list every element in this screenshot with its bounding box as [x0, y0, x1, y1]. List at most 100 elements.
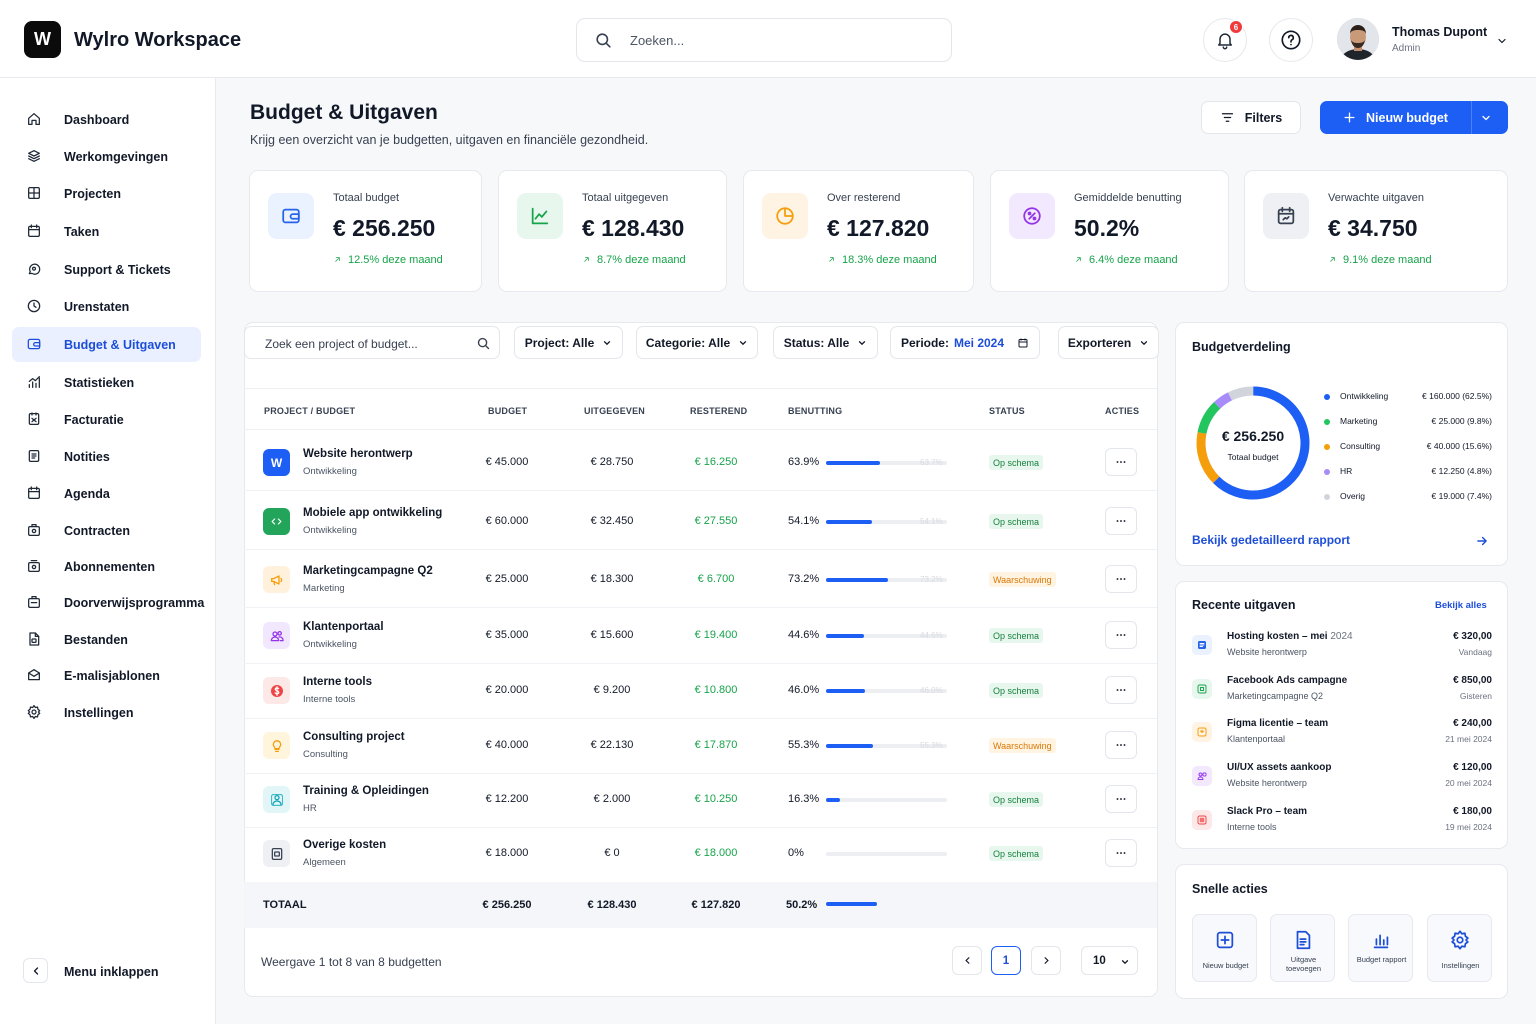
- row-actions-button[interactable]: [1105, 676, 1137, 704]
- quick-action-label: Uitgave toevoegen: [1285, 955, 1322, 973]
- quick-action-instellingen[interactable]: Instellingen: [1427, 914, 1492, 982]
- project-name[interactable]: Mobiele app ontwikkeling: [303, 507, 442, 519]
- cell-usage: 0%: [788, 847, 804, 859]
- sidebar-item-notities[interactable]: Notities: [12, 439, 201, 474]
- row-actions-button[interactable]: [1105, 448, 1137, 476]
- row-actions-button[interactable]: [1105, 731, 1137, 759]
- column-header-usage[interactable]: BENUTTING: [788, 406, 842, 416]
- sidebar-item-agenda[interactable]: Agenda: [12, 476, 201, 511]
- view-all-link[interactable]: Bekijk alles: [1435, 600, 1487, 611]
- quick-action-budget-rapport[interactable]: Budget rapport: [1348, 914, 1413, 982]
- cell-usage: 55.3%: [788, 739, 820, 751]
- filters-button[interactable]: Filters: [1201, 101, 1301, 134]
- sidebar-item-projecten[interactable]: Projecten: [12, 176, 201, 211]
- donut-slice-hr[interactable]: [1214, 392, 1233, 409]
- sidebar-item-taken[interactable]: Taken: [12, 214, 201, 249]
- quick-action-label: Nieuw budget: [1202, 961, 1249, 970]
- ads-icon: [1192, 679, 1212, 699]
- user-avatar[interactable]: [1337, 18, 1379, 60]
- row-actions-button[interactable]: [1105, 507, 1137, 535]
- period-picker[interactable]: Periode: Mei 2024: [890, 326, 1040, 359]
- sidebar-item-dashboard[interactable]: Dashboard: [12, 102, 201, 137]
- quick-action-nieuw-budget[interactable]: Nieuw budget: [1192, 914, 1257, 982]
- sidebar-item-support-tickets[interactable]: Support & Tickets: [12, 252, 201, 287]
- stat-change: 8.7% deze maand: [582, 254, 686, 266]
- chevron-down-icon[interactable]: [1480, 112, 1492, 124]
- page-size-select[interactable]: 10: [1081, 946, 1138, 975]
- contract-icon: [26, 522, 42, 538]
- project-name[interactable]: Website herontwerp: [303, 448, 413, 460]
- expense-title: UI/UX assets aankoop: [1227, 762, 1332, 773]
- arrow-right-icon[interactable]: [1475, 534, 1489, 548]
- column-header-project[interactable]: PROJECT / BUDGET: [264, 406, 355, 416]
- project-name[interactable]: Overige kosten: [303, 839, 386, 851]
- sidebar-item-e-malisjablonen[interactable]: E-malisjablonen: [12, 658, 201, 693]
- status-badge: Op schema: [989, 792, 1044, 807]
- row-actions-button[interactable]: [1105, 785, 1137, 813]
- sidebar-item-budget-uitgaven[interactable]: Budget & Uitgaven: [12, 327, 201, 362]
- cell-budget: € 60.000: [485, 515, 529, 527]
- expense-title: Facebook Ads campagne: [1227, 675, 1348, 686]
- category-filter-dropdown[interactable]: Categorie: Alle: [636, 326, 758, 359]
- sidebar-item-bestanden[interactable]: Bestanden: [12, 622, 201, 657]
- quick-action-uitgave-toevoegen[interactable]: Uitgave toevoegen: [1270, 914, 1335, 982]
- sidebar-item-label: Facturatie: [64, 413, 124, 427]
- total-spent: € 128.430: [587, 899, 637, 911]
- expense-name[interactable]: Figma licentie – team: [1227, 718, 1328, 729]
- sidebar-item-instellingen[interactable]: Instellingen: [12, 695, 201, 730]
- donut-slice-overig[interactable]: [1227, 386, 1254, 401]
- legend-dot: [1324, 469, 1330, 475]
- project-filter-dropdown[interactable]: Project: Alle: [514, 326, 623, 359]
- project-name[interactable]: Training & Opleidingen: [303, 785, 429, 797]
- legend-name: Ontwikkeling: [1340, 391, 1389, 401]
- project-name[interactable]: Marketingcampagne Q2: [303, 565, 433, 577]
- project-search-input[interactable]: Zoek een project of budget...: [244, 326, 500, 359]
- project-name[interactable]: Klantenportaal: [303, 621, 384, 633]
- help-button[interactable]: [1269, 18, 1313, 62]
- cell-usage: 46.0%: [788, 684, 820, 696]
- more-icon: [1114, 572, 1128, 586]
- project-name[interactable]: Consulting project: [303, 731, 405, 743]
- column-header-status[interactable]: STATUS: [989, 406, 1025, 416]
- row-actions-button[interactable]: [1105, 565, 1137, 593]
- expense-name[interactable]: UI/UX assets aankoop: [1227, 762, 1331, 773]
- sidebar-item-doorverwijsprogramma[interactable]: Doorverwijsprogramma: [12, 585, 204, 620]
- page-button-current[interactable]: 1: [991, 946, 1021, 975]
- sidebar-item-facturatie[interactable]: Facturatie: [12, 402, 201, 437]
- column-header-remaining[interactable]: RESTEREND: [690, 406, 747, 416]
- collapse-menu-button[interactable]: [23, 958, 48, 983]
- expense-name[interactable]: Facebook Ads campagne: [1227, 675, 1347, 686]
- sidebar-item-abonnementen[interactable]: Abonnementen: [12, 549, 201, 584]
- new-budget-button[interactable]: Nieuw budget: [1320, 101, 1471, 134]
- sidebar-item-contracten[interactable]: Contracten: [12, 513, 201, 548]
- prev-page-button[interactable]: [952, 946, 982, 975]
- chevron-down-icon[interactable]: [1496, 35, 1508, 47]
- expense-name[interactable]: Slack Pro – team: [1227, 806, 1307, 817]
- status-filter-dropdown[interactable]: Status: Alle: [773, 326, 878, 359]
- detailed-report-link[interactable]: Bekijk gedetailleerd rapport: [1192, 533, 1350, 547]
- next-page-button[interactable]: [1031, 946, 1061, 975]
- top-header: W Wylro Workspace Zoeken... 6 Thomas Dup…: [0, 0, 1536, 78]
- cell-budget: € 12.200: [485, 793, 529, 805]
- app-logo[interactable]: W: [24, 21, 61, 58]
- column-header-spent[interactable]: UITGEGEVEN: [584, 406, 645, 416]
- export-label: Exporteren: [1067, 335, 1132, 350]
- row-actions-button[interactable]: [1105, 621, 1137, 649]
- sidebar-item-werkomgevingen[interactable]: Werkomgevingen: [12, 139, 201, 174]
- export-dropdown[interactable]: Exporteren: [1058, 326, 1159, 359]
- status-badge: Waarschuwing: [989, 572, 1056, 587]
- sidebar-item-urenstaten[interactable]: Urenstaten: [12, 289, 201, 324]
- notifications-button[interactable]: 6: [1203, 18, 1247, 62]
- stat-value: € 127.820: [827, 215, 930, 241]
- expense-name[interactable]: Hosting kosten – mei 2024: [1227, 631, 1353, 642]
- cell-spent: € 32.450: [590, 515, 634, 527]
- cell-spent: € 9.200: [593, 684, 631, 696]
- row-actions-button[interactable]: [1105, 839, 1137, 867]
- sidebar-item-statistieken[interactable]: Statistieken: [12, 365, 201, 400]
- project-name[interactable]: Interne tools: [303, 676, 372, 688]
- global-search-input[interactable]: Zoeken...: [576, 18, 952, 62]
- column-header-budget[interactable]: BUDGET: [488, 406, 527, 416]
- row-divider: [244, 549, 1157, 550]
- cell-remaining: € 10.250: [694, 793, 738, 805]
- percent-icon: [1009, 193, 1055, 239]
